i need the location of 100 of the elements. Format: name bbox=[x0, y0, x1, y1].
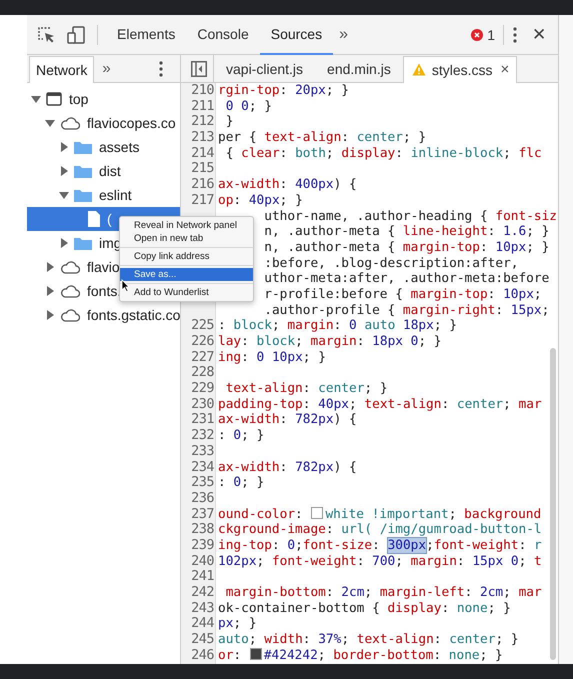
line-number: 240 bbox=[191, 552, 214, 569]
error-count-button[interactable]: 1 bbox=[463, 26, 503, 42]
line-number: 235 bbox=[191, 474, 214, 490]
menu-item[interactable]: Add to Wunderlist bbox=[120, 286, 253, 299]
cloud-icon[interactable] bbox=[60, 284, 80, 298]
line-number: 234 bbox=[191, 458, 214, 474]
expanded-arrow-icon[interactable] bbox=[59, 190, 69, 200]
code-line: per { text-align: center; } bbox=[218, 130, 426, 146]
color-swatch[interactable] bbox=[250, 648, 262, 660]
collapsed-arrow-icon[interactable] bbox=[59, 142, 69, 152]
close-tab-button[interactable]: × bbox=[498, 61, 512, 78]
line-number: 210 bbox=[191, 82, 214, 98]
file-tab[interactable]: styles.css × bbox=[402, 56, 518, 82]
menu-item[interactable]: Copy link address bbox=[120, 250, 253, 263]
line-number: 245 bbox=[191, 631, 214, 648]
code-line: auto; width: 37%; text-align: center; } bbox=[218, 632, 519, 648]
code-line: .author-profile { margin-right: 15px; bbox=[264, 302, 550, 318]
more-tabs-button[interactable]: » bbox=[333, 26, 354, 44]
line-number: 232 bbox=[191, 427, 214, 444]
code-line: : block; margin: 0 auto 18px; } bbox=[218, 318, 457, 334]
code-line: r-profile:before { margin-top: 10px; bbox=[264, 286, 542, 302]
menu-item[interactable]: Save as... bbox=[120, 268, 253, 281]
color-swatch[interactable] bbox=[311, 506, 324, 519]
code-line: margin-bottom: 2cm; margin-left: 2cm; mar bbox=[224, 585, 542, 600]
line-number: 212 bbox=[191, 113, 214, 130]
code-line: lay: block; margin: 18px 0; } bbox=[218, 334, 442, 349]
line-number: 238 bbox=[191, 521, 214, 538]
error-icon[interactable] bbox=[471, 28, 484, 40]
code-line: ok-container-bottom { display: none; } bbox=[218, 600, 511, 616]
menu-item[interactable]: Open in new tab bbox=[120, 232, 253, 245]
expanded-arrow-icon[interactable] bbox=[45, 118, 55, 128]
line-number: 213 bbox=[191, 129, 214, 146]
line-number: 227 bbox=[191, 348, 214, 365]
window-icon[interactable] bbox=[46, 92, 62, 106]
code-line: ound-color: white !important; background bbox=[218, 506, 542, 522]
code-line: text-align: center; } bbox=[224, 381, 388, 396]
code-line: or: #424242; border-bottom: none; } bbox=[218, 648, 503, 663]
code-line: op: 40px; } bbox=[218, 192, 303, 208]
sidebar-toggle-icon[interactable] bbox=[191, 60, 207, 76]
file-icon[interactable] bbox=[88, 211, 100, 227]
line-number: 236 bbox=[191, 490, 214, 506]
inspect-icon[interactable] bbox=[37, 26, 55, 44]
cloud-icon[interactable] bbox=[60, 308, 80, 322]
code-line: 102px; font-weight: 700; margin: 15px 0; t bbox=[218, 554, 542, 569]
line-number: 225 bbox=[191, 317, 214, 334]
code-line: px; } bbox=[218, 616, 257, 632]
more-tabs-button[interactable]: » bbox=[94, 60, 119, 77]
collapsed-arrow-icon[interactable] bbox=[59, 166, 69, 176]
line-number: 226 bbox=[191, 333, 214, 349]
tree-item[interactable]: dist bbox=[27, 159, 180, 183]
code-line: { clear: both; display: inline-block; flc bbox=[224, 146, 542, 161]
file-tab[interactable]: end.min.js bbox=[315, 56, 403, 82]
line-number: 216 bbox=[191, 176, 214, 192]
collapsed-arrow-icon[interactable] bbox=[45, 262, 55, 272]
line-number: 231 bbox=[191, 411, 214, 428]
code-line: ax-width: 782px) { bbox=[218, 460, 357, 474]
tree-item[interactable]: top bbox=[27, 87, 180, 111]
collapsed-arrow-icon[interactable] bbox=[59, 238, 69, 248]
more-options-icon[interactable] bbox=[158, 60, 164, 78]
more-options-icon[interactable] bbox=[512, 26, 518, 44]
line-number: 246 bbox=[191, 646, 214, 663]
close-button[interactable]: ✕ bbox=[530, 24, 558, 45]
code-line: rgin-top: 20px; } bbox=[218, 83, 350, 98]
tree-item[interactable]: fonts.gstatic.co bbox=[27, 303, 180, 327]
code-line: :before, .blog-description:after, bbox=[264, 256, 518, 271]
code-line: : 0; } bbox=[218, 428, 264, 444]
line-number: 239 bbox=[191, 536, 214, 553]
panel-tab[interactable]: Console bbox=[186, 16, 260, 54]
tree-item[interactable]: eslint bbox=[27, 183, 180, 207]
line-number: 215 bbox=[191, 160, 214, 176]
line-number: 228 bbox=[191, 364, 214, 380]
scrollbar[interactable] bbox=[550, 348, 556, 660]
device-icon[interactable] bbox=[67, 26, 85, 44]
code-line: 0 0; } bbox=[224, 98, 272, 114]
collapsed-arrow-icon[interactable] bbox=[45, 310, 55, 320]
code-line: : 0; } bbox=[218, 475, 264, 490]
expanded-arrow-icon[interactable] bbox=[31, 94, 41, 104]
line-number: 211 bbox=[191, 98, 214, 114]
code-line: n, .author-meta { line-height: 1.6; } bbox=[264, 224, 550, 240]
code-line: ing-top: 0;font-size: 300px;font-weight: r bbox=[218, 538, 542, 553]
file-tab[interactable]: vapi-client.js bbox=[214, 56, 316, 82]
tree-item[interactable]: assets bbox=[27, 135, 180, 159]
code-line: ing: 0 10px; } bbox=[218, 350, 326, 365]
line-number: 233 bbox=[191, 442, 214, 459]
line-number: 241 bbox=[191, 568, 214, 584]
collapsed-arrow-icon[interactable] bbox=[45, 286, 55, 296]
code-line: } bbox=[224, 114, 234, 130]
line-number: 237 bbox=[191, 506, 214, 522]
line-number: 217 bbox=[191, 192, 214, 208]
code-line: ckground-image: url( /img/gumroad-button-l bbox=[218, 522, 542, 538]
code-line: uthor-name, .author-heading { font-siz bbox=[264, 208, 558, 224]
cloud-icon[interactable] bbox=[60, 260, 80, 274]
panel-tab[interactable]: Elements bbox=[106, 16, 186, 54]
tree-item[interactable]: flaviocopes.co bbox=[27, 111, 180, 135]
line-number: 244 bbox=[191, 615, 214, 632]
code-line: uthor-meta:after, .author-meta:before bbox=[264, 271, 550, 286]
code-line: padding-top: 40px; text-align: center; mar bbox=[218, 396, 542, 412]
line-number: 229 bbox=[191, 380, 214, 396]
cloud-icon[interactable] bbox=[60, 116, 80, 130]
navigator-tab[interactable]: Network bbox=[29, 56, 94, 82]
